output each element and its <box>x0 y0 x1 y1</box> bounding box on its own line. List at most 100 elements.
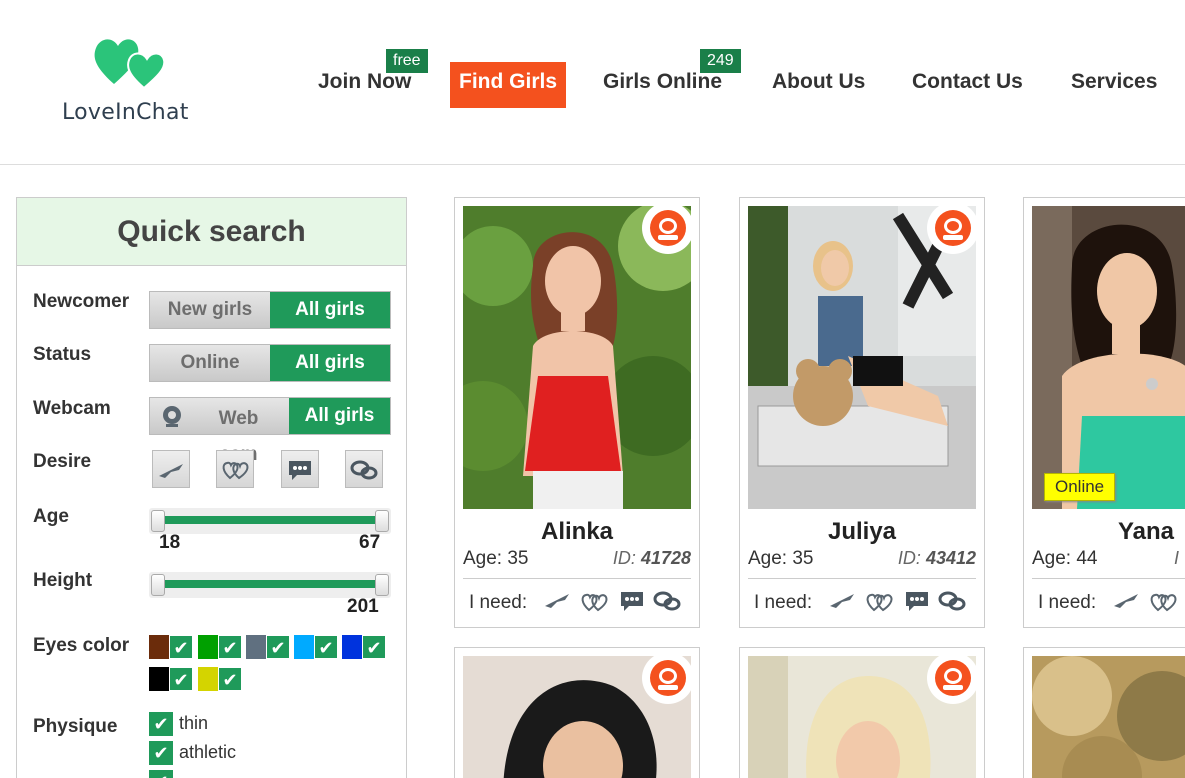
webcam-badge <box>642 652 694 704</box>
nav-about-us-label: About Us <box>772 70 866 93</box>
profile-card[interactable] <box>454 647 700 778</box>
nav-join-now-label: Join Now <box>318 70 412 93</box>
nav-girls-online-label: Girls Online <box>603 70 723 93</box>
profile-name[interactable]: Yana <box>1024 518 1185 546</box>
webcam-label: Webcam <box>33 398 111 419</box>
status-label: Status <box>33 344 92 365</box>
hearts-icon <box>1150 593 1177 612</box>
profile-photo[interactable]: Online <box>1032 206 1185 509</box>
height-min-handle[interactable] <box>151 574 165 596</box>
profile-id: ID: 43412 <box>897 548 976 568</box>
check-icon: ✔ <box>169 635 193 659</box>
profile-card[interactable] <box>1023 647 1185 778</box>
profile-age: Age: 35 <box>463 548 529 569</box>
webcam-toggle: Web cam All girls <box>149 397 391 465</box>
online-option[interactable]: Online <box>150 345 270 381</box>
eye-color-black[interactable]: ✔ <box>149 667 197 691</box>
webcam-all-girls-option[interactable]: All girls <box>289 398 390 434</box>
physique-option-more[interactable]: ✔ <box>149 770 179 778</box>
eye-color-blue[interactable]: ✔ <box>294 635 342 659</box>
main-nav: Join Now free Find Girls Girls Online 24… <box>0 49 1185 108</box>
chat-bubbles-icon <box>350 460 378 480</box>
profile-photo-image <box>1032 656 1185 778</box>
chat-icon <box>906 592 928 611</box>
profile-name[interactable]: Alinka <box>455 518 699 546</box>
check-icon: ✔ <box>169 667 193 691</box>
webcam-badge <box>642 202 694 254</box>
check-icon: ✔ <box>218 635 242 659</box>
desire-chat-button[interactable] <box>281 450 319 488</box>
profile-photo[interactable] <box>1032 656 1185 778</box>
status-toggle: Online All girls <box>149 344 391 382</box>
profile-card[interactable] <box>739 647 985 778</box>
profile-card[interactable]: Online Yana Age: 44 I I need: <box>1023 197 1185 628</box>
age-min-handle[interactable] <box>151 510 165 532</box>
age-label: Age <box>33 506 69 527</box>
check-icon: ✔ <box>149 770 173 778</box>
newcomer-all-girls-option[interactable]: All girls <box>270 292 390 328</box>
desire-travel-button[interactable] <box>152 450 190 488</box>
check-icon: ✔ <box>218 667 242 691</box>
eye-color-green[interactable]: ✔ <box>198 635 246 659</box>
nav-services-label: Services <box>1071 70 1158 93</box>
age-min-value: 18 <box>159 532 181 553</box>
nav-girls-online[interactable]: Girls Online 249 <box>603 49 741 108</box>
webcam-option[interactable]: Web cam <box>150 398 289 465</box>
height-max-value: 201 <box>347 596 379 617</box>
webcam-badge <box>927 202 979 254</box>
plane-icon <box>1114 594 1138 608</box>
physique-thin-label: thin <box>179 712 209 733</box>
physique-option-thin[interactable]: ✔ thin <box>149 712 208 736</box>
physique-athletic-label: athletic <box>179 741 237 762</box>
profile-name[interactable]: Juliya <box>740 518 984 546</box>
check-icon: ✔ <box>266 635 290 659</box>
age-max-handle[interactable] <box>375 510 389 532</box>
eye-color-gray[interactable]: ✔ <box>246 635 294 659</box>
eyes-color-label: Eyes color <box>33 635 130 656</box>
online-count-badge: 249 <box>700 49 741 73</box>
height-slider-range <box>157 580 383 588</box>
webcam-option-line1: Web <box>218 408 259 429</box>
age-slider-range <box>157 516 383 524</box>
need-label: I need: <box>754 592 813 613</box>
nav-contact-us-label: Contact Us <box>912 70 1023 93</box>
plane-icon <box>159 464 183 478</box>
check-icon: ✔ <box>314 635 338 659</box>
online-status-badge: Online <box>1044 473 1116 501</box>
status-all-girls-option[interactable]: All girls <box>270 345 390 381</box>
desire-label: Desire <box>33 451 92 472</box>
eye-color-hazel[interactable]: ✔ <box>198 667 246 691</box>
physique-label: Physique <box>33 716 118 737</box>
new-girls-option[interactable]: New girls <box>150 292 270 328</box>
webcam-badge <box>927 652 979 704</box>
chat-bubbles-icon <box>653 591 681 611</box>
nav-about-us[interactable]: About Us <box>772 62 865 108</box>
nav-join-now[interactable]: Join Now free <box>318 49 428 108</box>
height-label: Height <box>33 570 93 591</box>
newcomer-label: Newcomer <box>33 291 130 312</box>
nav-services[interactable]: Services <box>1071 62 1157 108</box>
check-icon: ✔ <box>362 635 386 659</box>
height-max-handle[interactable] <box>375 574 389 596</box>
height-slider[interactable] <box>149 572 391 598</box>
age-slider[interactable] <box>149 508 391 534</box>
card-divider <box>748 578 976 579</box>
chat-icon <box>621 592 643 611</box>
physique-option-athletic[interactable]: ✔ athletic <box>149 741 236 765</box>
newcomer-toggle: New girls All girls <box>149 291 391 329</box>
eye-color-brown[interactable]: ✔ <box>149 635 197 659</box>
desire-messages-button[interactable] <box>345 450 383 488</box>
nav-find-girls[interactable]: Find Girls <box>450 62 567 108</box>
hearts-icon <box>581 593 608 612</box>
nav-contact-us[interactable]: Contact Us <box>912 62 1023 108</box>
profile-card[interactable]: Juliya Age: 35 ID: 43412 I need: <box>739 197 985 628</box>
profile-photo-image <box>1032 206 1185 509</box>
profile-card[interactable]: Alinka Age: 35 ID: 41728 I need: <box>454 197 700 628</box>
desire-romance-button[interactable] <box>216 450 254 488</box>
check-icon: ✔ <box>149 712 173 736</box>
hearts-icon <box>222 461 249 480</box>
eye-color-darkblue[interactable]: ✔ <box>342 635 390 659</box>
profile-age: Age: 44 <box>1032 548 1098 569</box>
quick-search-panel: Quick search Newcomer New girls All girl… <box>16 197 407 778</box>
check-icon: ✔ <box>149 741 173 765</box>
